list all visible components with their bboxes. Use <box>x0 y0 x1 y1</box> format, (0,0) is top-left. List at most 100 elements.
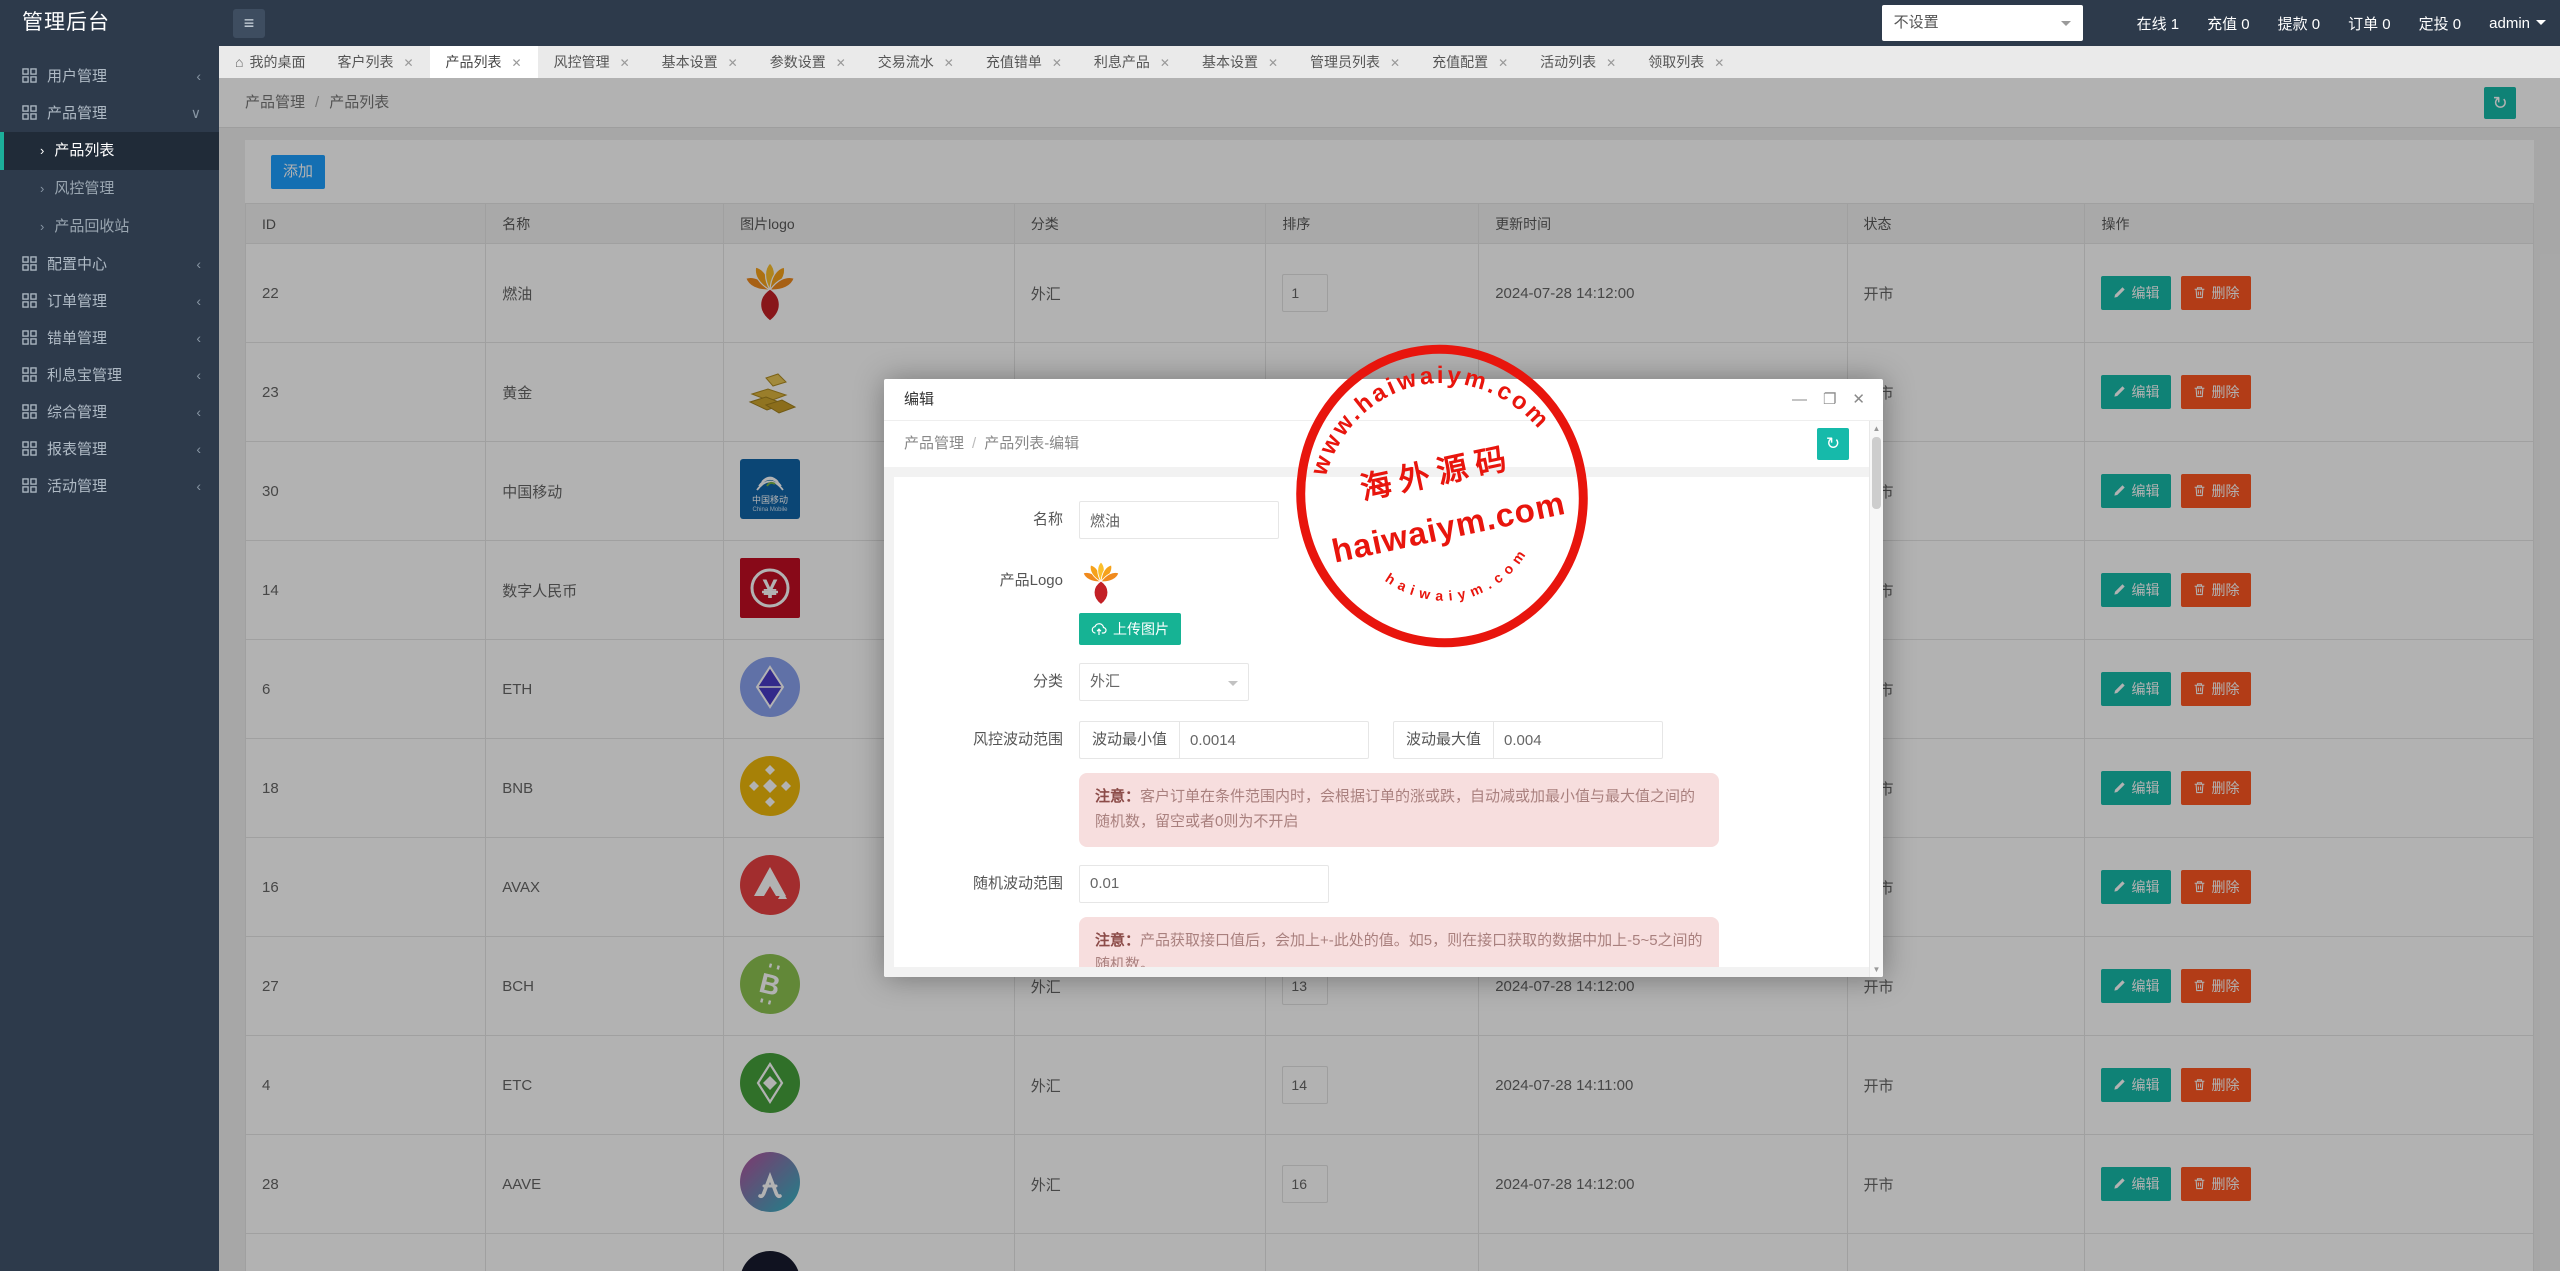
tab-基本设置[interactable]: 基本设置✕ <box>646 46 754 78</box>
sidebar-item-7[interactable]: 报表管理‹ <box>0 431 219 468</box>
grid-icon <box>22 367 37 382</box>
tab-产品列表[interactable]: 产品列表✕ <box>430 46 538 78</box>
stat-order[interactable]: 订单 0 <box>2348 13 2391 34</box>
chevron-left-icon: ‹ <box>196 58 201 95</box>
grid-icon <box>22 256 37 271</box>
tab-label: 风控管理 <box>554 54 610 70</box>
grid-icon <box>22 68 37 83</box>
tab-close-icon[interactable]: ✕ <box>1606 56 1616 70</box>
upload-label: 上传图片 <box>1113 619 1169 639</box>
tab-领取列表[interactable]: 领取列表 ✕ <box>1632 46 1740 78</box>
chevron-down-icon: ∨ <box>191 95 201 132</box>
tab-label: 参数设置 <box>770 54 826 70</box>
chevron-left-icon: ‹ <box>196 357 201 394</box>
chevron-down-icon <box>2061 21 2071 31</box>
category-select[interactable]: 外汇 <box>1079 663 1249 701</box>
tab-参数设置[interactable]: 参数设置 ✕ <box>754 46 862 78</box>
tab-交易流水[interactable]: 交易流水✕ <box>862 46 970 78</box>
max-volatility-input[interactable] <box>1493 721 1663 759</box>
sidebar-item-8[interactable]: 活动管理‹ <box>0 468 219 505</box>
sidebar-item-3[interactable]: 订单管理 ‹ <box>0 283 219 320</box>
modal-breadcrumb-separator: / <box>972 435 976 452</box>
tab-label: 领取列表 <box>1648 54 1704 70</box>
stat-online[interactable]: 在线 1 <box>2137 13 2180 34</box>
random-notice: 注意：产品获取接口值后，会加上+-此处的值。如5，则在接口获取的数据中加上-5~… <box>1079 917 1719 968</box>
sidebar-item-2[interactable]: 配置中心 ‹ <box>0 246 219 283</box>
header-right: 不设置 在线 1 充值 0 提款 0 订单 0 定投 0 admin <box>1882 0 2546 46</box>
tab-基本设置[interactable]: 基本设置 ✕ <box>1186 46 1294 78</box>
edit-modal: 编辑 — ❐ ✕ 产品管理/产品列表-编辑 ↻ 名称 产品Logo 上传图片 <box>884 379 1883 977</box>
tab-充值错单[interactable]: 充值错单 ✕ <box>970 46 1078 78</box>
tab-close-icon[interactable]: ✕ <box>1268 56 1278 70</box>
notice-strong: 注意： <box>1095 788 1140 805</box>
chevron-down-icon <box>1228 681 1238 691</box>
modal-breadcrumb-parent[interactable]: 产品管理 <box>904 435 964 452</box>
tab-管理员列表[interactable]: 管理员列表✕ <box>1294 46 1416 78</box>
sidebar-subitem-label: 产品回收站 <box>54 218 129 235</box>
modal-title: 编辑 <box>904 391 934 408</box>
header-select[interactable]: 不设置 <box>1882 5 2083 41</box>
tab-close-icon[interactable]: ✕ <box>1390 56 1400 70</box>
sidebar-item-label: 配置中心 <box>47 256 107 273</box>
modal-scrollbar[interactable]: ▲ ▼ <box>1869 421 1883 977</box>
tab-close-icon[interactable]: ✕ <box>403 56 413 70</box>
chevron-left-icon: ‹ <box>196 246 201 283</box>
modal-refresh-button[interactable]: ↻ <box>1817 428 1849 460</box>
sidebar-item-label: 利息宝管理 <box>47 367 122 384</box>
maximize-icon[interactable]: ❐ <box>1823 379 1836 421</box>
sidebar-subitem-产品回收站[interactable]: › 产品回收站 <box>0 208 219 246</box>
tab-label: 充值错单 <box>986 54 1042 70</box>
stat-invest[interactable]: 定投 0 <box>2419 13 2462 34</box>
sidebar: 管理后台 用户管理‹产品管理∨›产品列表›风控管理›产品回收站配置中心‹订单管理… <box>0 0 219 1271</box>
tab-close-icon[interactable]: ✕ <box>1160 56 1170 70</box>
category-value: 外汇 <box>1090 673 1120 690</box>
notice-text: 客户订单在条件范围内时，会根据订单的涨或跌，自动减或加最小值与最大值之间的随机数… <box>1095 788 1695 830</box>
sidebar-item-label: 用户管理 <box>47 68 107 85</box>
hamburger-menu-icon[interactable]: ≡ <box>233 9 265 38</box>
name-input[interactable] <box>1079 501 1279 539</box>
sidebar-item-label: 订单管理 <box>47 293 107 310</box>
tab-客户列表[interactable]: 客户列表✕ <box>321 46 429 78</box>
upload-image-button[interactable]: 上传图片 <box>1079 613 1181 645</box>
tab-活动列表[interactable]: 活动列表✕ <box>1524 46 1632 78</box>
tab-close-icon[interactable]: ✕ <box>1714 56 1724 70</box>
tab-我的桌面[interactable]: ⌂我的桌面 <box>219 46 321 78</box>
tab-close-icon[interactable]: ✕ <box>1052 56 1062 70</box>
sidebar-item-6[interactable]: 综合管理‹ <box>0 394 219 431</box>
tab-充值配置[interactable]: 充值配置✕ <box>1416 46 1524 78</box>
minimize-icon[interactable]: — <box>1792 379 1807 421</box>
tab-label: 基本设置 <box>1202 54 1258 70</box>
sidebar-subitem-风控管理[interactable]: ›风控管理 <box>0 170 219 208</box>
close-icon[interactable]: ✕ <box>1852 379 1865 421</box>
category-label: 分类 <box>894 663 1079 701</box>
sidebar-item-4[interactable]: 错单管理‹ <box>0 320 219 357</box>
tab-close-icon[interactable]: ✕ <box>728 56 738 70</box>
scroll-down-icon[interactable]: ▼ <box>1870 965 1883 974</box>
sidebar-item-0[interactable]: 用户管理 ‹ <box>0 58 219 95</box>
scroll-up-icon[interactable]: ▲ <box>1870 424 1883 433</box>
min-volatility-input[interactable] <box>1179 721 1369 759</box>
stat-withdraw[interactable]: 提款 0 <box>2278 13 2321 34</box>
tab-close-icon[interactable]: ✕ <box>1498 56 1508 70</box>
user-menu[interactable]: admin <box>2489 15 2546 32</box>
chevron-left-icon: ‹ <box>196 283 201 320</box>
tab-风控管理[interactable]: 风控管理 ✕ <box>538 46 646 78</box>
chevron-right-icon: › <box>40 219 44 234</box>
scrollbar-thumb[interactable] <box>1872 437 1881 509</box>
tab-label: 利息产品 <box>1094 54 1150 70</box>
tab-close-icon[interactable]: ✕ <box>512 56 522 70</box>
sidebar-item-5[interactable]: 利息宝管理 ‹ <box>0 357 219 394</box>
tab-close-icon[interactable]: ✕ <box>836 56 846 70</box>
sidebar-item-1[interactable]: 产品管理∨ <box>0 95 219 132</box>
name-label: 名称 <box>894 501 1079 539</box>
modal-titlebar: 编辑 — ❐ ✕ <box>884 379 1883 421</box>
stat-recharge[interactable]: 充值 0 <box>2207 13 2250 34</box>
tab-close-icon[interactable]: ✕ <box>944 56 954 70</box>
tab-close-icon[interactable]: ✕ <box>620 56 630 70</box>
chevron-left-icon: ‹ <box>196 431 201 468</box>
modal-breadcrumb-current: 产品列表-编辑 <box>984 435 1079 452</box>
sidebar-subitem-产品列表[interactable]: ›产品列表 <box>0 132 219 170</box>
chevron-right-icon: › <box>40 143 44 158</box>
random-range-input[interactable] <box>1079 865 1329 903</box>
tab-利息产品[interactable]: 利息产品 ✕ <box>1078 46 1186 78</box>
